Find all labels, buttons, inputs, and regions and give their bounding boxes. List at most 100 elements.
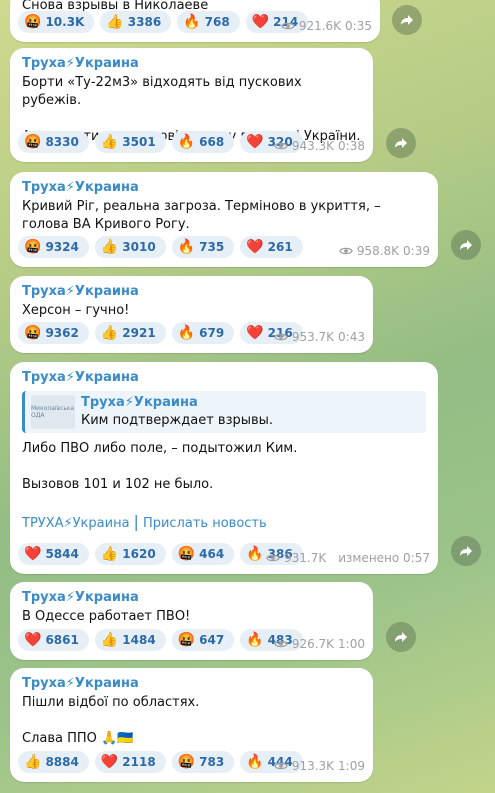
reaction-count: 647 [199, 633, 225, 647]
reaction-count: 6861 [45, 633, 79, 647]
share-button[interactable] [451, 230, 481, 260]
share-button[interactable] [386, 128, 416, 158]
reaction-angry[interactable]: 🤬 9324 [18, 236, 89, 258]
reaction-heart[interactable]: ❤️ 2118 [94, 751, 166, 773]
reaction-count: 10.3K [45, 15, 85, 29]
eye-icon [280, 22, 295, 30]
thumbs-up-icon: 👍 [100, 546, 119, 562]
heart-icon: ❤️ [246, 325, 264, 341]
reaction-count: 768 [204, 15, 230, 29]
sender-name[interactable]: Труха⚡Украина [22, 369, 426, 387]
message-text: Херсон – гучно! [22, 303, 130, 318]
reaction-fire[interactable]: 🔥 668 [171, 131, 235, 153]
reaction-thumbs-up[interactable]: 👍 3386 [100, 11, 172, 33]
share-button[interactable] [451, 536, 481, 566]
reaction-thumbs-up[interactable]: 👍 1484 [94, 629, 166, 651]
message-bubble[interactable]: Снова взрывы в Николаеве 🤬 10.3K 👍 3386 🔥 7… [10, 0, 380, 42]
message-footer-links: ТРУХА⚡Украина | Прислать новость [22, 512, 426, 533]
heart-icon: ❤️ [24, 632, 42, 648]
sender-name[interactable]: Труха⚡Украина [22, 283, 361, 301]
reaction-thumbs-up[interactable]: 👍 3010 [94, 236, 166, 258]
reaction-count: 8884 [45, 755, 79, 769]
angry-face-icon: 🤬 [24, 14, 42, 30]
reaction-heart[interactable]: ❤️ 5844 [18, 543, 89, 565]
reactions-row: 🤬 8330 👍 3501 🔥 668 ❤️ 320 [18, 131, 303, 153]
reaction-thumbs-up[interactable]: 👍 2921 [94, 322, 166, 344]
reaction-thumbs-up[interactable]: 👍 8884 [18, 751, 89, 773]
reaction-thumbs-up[interactable]: 👍 3501 [94, 131, 166, 153]
message-bubble[interactable]: Труха⚡Украина В Одессе работает ПВО! ❤️ 6… [10, 582, 373, 660]
quote-thumbnail-caption: Миколаївська ОДА [31, 405, 75, 419]
reaction-heart[interactable]: ❤️ 261 [240, 236, 303, 258]
sender-name[interactable]: Труха⚡Украина [22, 589, 361, 607]
thumbs-up-icon: 👍 [106, 14, 124, 30]
message-bubble[interactable]: Труха⚡Украина Пішли відбої по областях. … [10, 668, 373, 782]
reaction-fire[interactable]: 🔥 679 [171, 322, 235, 344]
message-text: В Одессе работает ПВО! [22, 609, 191, 624]
reaction-count: 735 [199, 240, 225, 254]
sender-name[interactable]: Труха⚡Украина [22, 179, 426, 197]
reaction-angry[interactable]: 🤬 9362 [18, 322, 89, 344]
sender-name[interactable]: Труха⚡Украина [22, 675, 361, 693]
quote-text: Ким подтверждает взрывы. [81, 413, 274, 428]
reaction-angry[interactable]: 🤬 464 [171, 543, 235, 565]
share-button[interactable] [392, 5, 422, 35]
reaction-count: 8330 [45, 135, 79, 149]
eye-icon [273, 762, 288, 770]
message-time: 0:35 [345, 19, 372, 33]
fire-icon: 🔥 [177, 134, 196, 150]
angry-face-icon: 🤬 [177, 632, 196, 648]
reactions-row: 🤬 9362 👍 2921 🔥 679 ❤️ 216 [18, 322, 303, 344]
heart-icon: ❤️ [100, 754, 119, 770]
message-time: 1:09 [338, 759, 365, 773]
reaction-angry[interactable]: 🤬 647 [171, 629, 235, 651]
angry-face-icon: 🤬 [24, 134, 42, 150]
reaction-heart[interactable]: ❤️ 6861 [18, 629, 89, 651]
thumbs-up-icon: 👍 [100, 325, 119, 341]
fire-icon: 🔥 [246, 632, 264, 648]
message-bubble[interactable]: Труха⚡Украина Миколаївська ОДА Труха⚡Укр… [10, 362, 438, 574]
share-button[interactable] [386, 622, 416, 652]
angry-face-icon: 🤬 [24, 325, 42, 341]
view-count: 943.3K [291, 139, 335, 153]
message-bubble[interactable]: Труха⚡Украина Борти «Ту-22м3» відходять … [10, 48, 373, 162]
reaction-fire[interactable]: 🔥 768 [177, 11, 240, 33]
reaction-count: 261 [267, 240, 293, 254]
fire-icon: 🔥 [183, 14, 201, 30]
message-time: 0:43 [338, 330, 365, 344]
reaction-angry[interactable]: 🤬 10.3K [18, 11, 95, 33]
reply-quote[interactable]: Миколаївська ОДА Труха⚡Украина Ким подтв… [22, 391, 426, 433]
message-bubble[interactable]: Труха⚡Украина Херсон – гучно! 🤬 9362 👍 292… [10, 276, 373, 353]
reaction-fire[interactable]: 🔥 735 [171, 236, 235, 258]
channel-link[interactable]: ТРУХА⚡Украина [22, 516, 130, 531]
message-meta: 953.7K 0:43 [273, 330, 365, 344]
eye-icon [273, 640, 288, 648]
heart-icon: ❤️ [246, 239, 264, 255]
message-meta: 926.7K 1:00 [273, 637, 365, 651]
submit-news-link[interactable]: Прислать новость [143, 516, 267, 531]
reaction-angry[interactable]: 🤬 783 [171, 751, 235, 773]
fire-icon: 🔥 [177, 325, 196, 341]
reaction-angry[interactable]: 🤬 8330 [18, 131, 89, 153]
reactions-row: 🤬 10.3K 👍 3386 🔥 768 ❤️ 214 [18, 11, 309, 33]
reaction-thumbs-up[interactable]: 👍 1620 [94, 543, 166, 565]
reaction-count: 9324 [45, 240, 79, 254]
share-arrow-icon [460, 240, 472, 250]
view-count: 953.7K [291, 330, 335, 344]
reaction-count: 3386 [127, 15, 162, 29]
message-meta: 958.8K 0:39 [338, 244, 430, 258]
quote-sender: Труха⚡Украина [81, 395, 198, 410]
message-meta: 921.6K 0:35 [280, 19, 372, 33]
view-count: 926.7K [291, 637, 335, 651]
message-bubble[interactable]: Труха⚡Украина Кривий Ріг, реальна загроз… [10, 172, 438, 267]
eye-icon [273, 142, 288, 150]
reaction-count: 2921 [122, 326, 156, 340]
view-count: 958.8K [356, 244, 400, 258]
reaction-count: 464 [199, 547, 225, 561]
eye-icon [266, 554, 280, 562]
share-arrow-icon [395, 632, 407, 642]
sender-name[interactable]: Труха⚡Украина [22, 55, 361, 73]
heart-icon: ❤️ [24, 546, 42, 562]
fire-icon: 🔥 [177, 239, 196, 255]
message-meta: 943.3K 0:38 [273, 139, 365, 153]
